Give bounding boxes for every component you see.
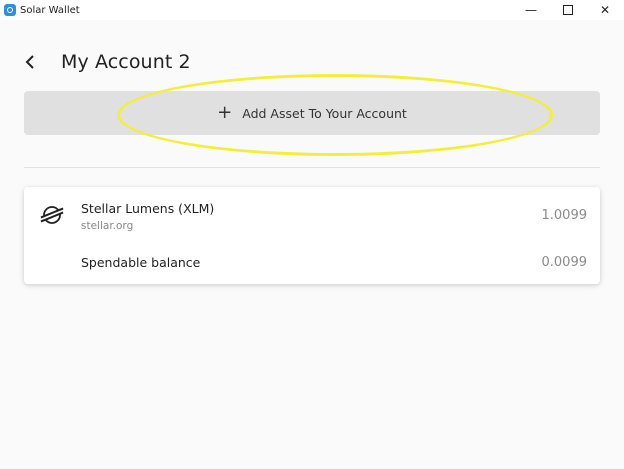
solar-wallet-app-icon [4,4,16,16]
maximize-icon [563,5,573,15]
asset-card: Stellar Lumens (XLM) stellar.org 1.0099 … [24,187,600,284]
plus-icon: + [217,102,233,123]
divider [24,167,600,168]
add-asset-button[interactable]: + Add Asset To Your Account [24,91,600,135]
asset-name: Stellar Lumens (XLM) [81,201,215,216]
maximize-button[interactable] [549,0,587,20]
chevron-left-icon [25,55,34,69]
page-header: My Account 2 [24,48,191,76]
close-icon: ✕ [599,3,611,17]
asset-balance: 1.0099 [541,208,588,223]
asset-domain: stellar.org [81,220,134,232]
minimize-button[interactable]: — [512,0,550,20]
stellar-logo-icon [40,206,64,224]
spendable-balance-row: Spendable balance 0.0099 [24,239,600,284]
asset-row-xlm[interactable]: Stellar Lumens (XLM) stellar.org 1.0099 [24,187,600,239]
spendable-balance-value: 0.0099 [541,255,588,270]
back-button[interactable] [24,48,52,76]
window-title: Solar Wallet [20,4,80,16]
page-title: My Account 2 [61,51,191,73]
close-button[interactable]: ✕ [586,0,624,20]
minimize-icon: — [525,3,537,17]
spendable-balance-label: Spendable balance [81,255,201,270]
add-asset-label: Add Asset To Your Account [242,105,407,121]
title-bar: Solar Wallet — ✕ [0,0,624,20]
